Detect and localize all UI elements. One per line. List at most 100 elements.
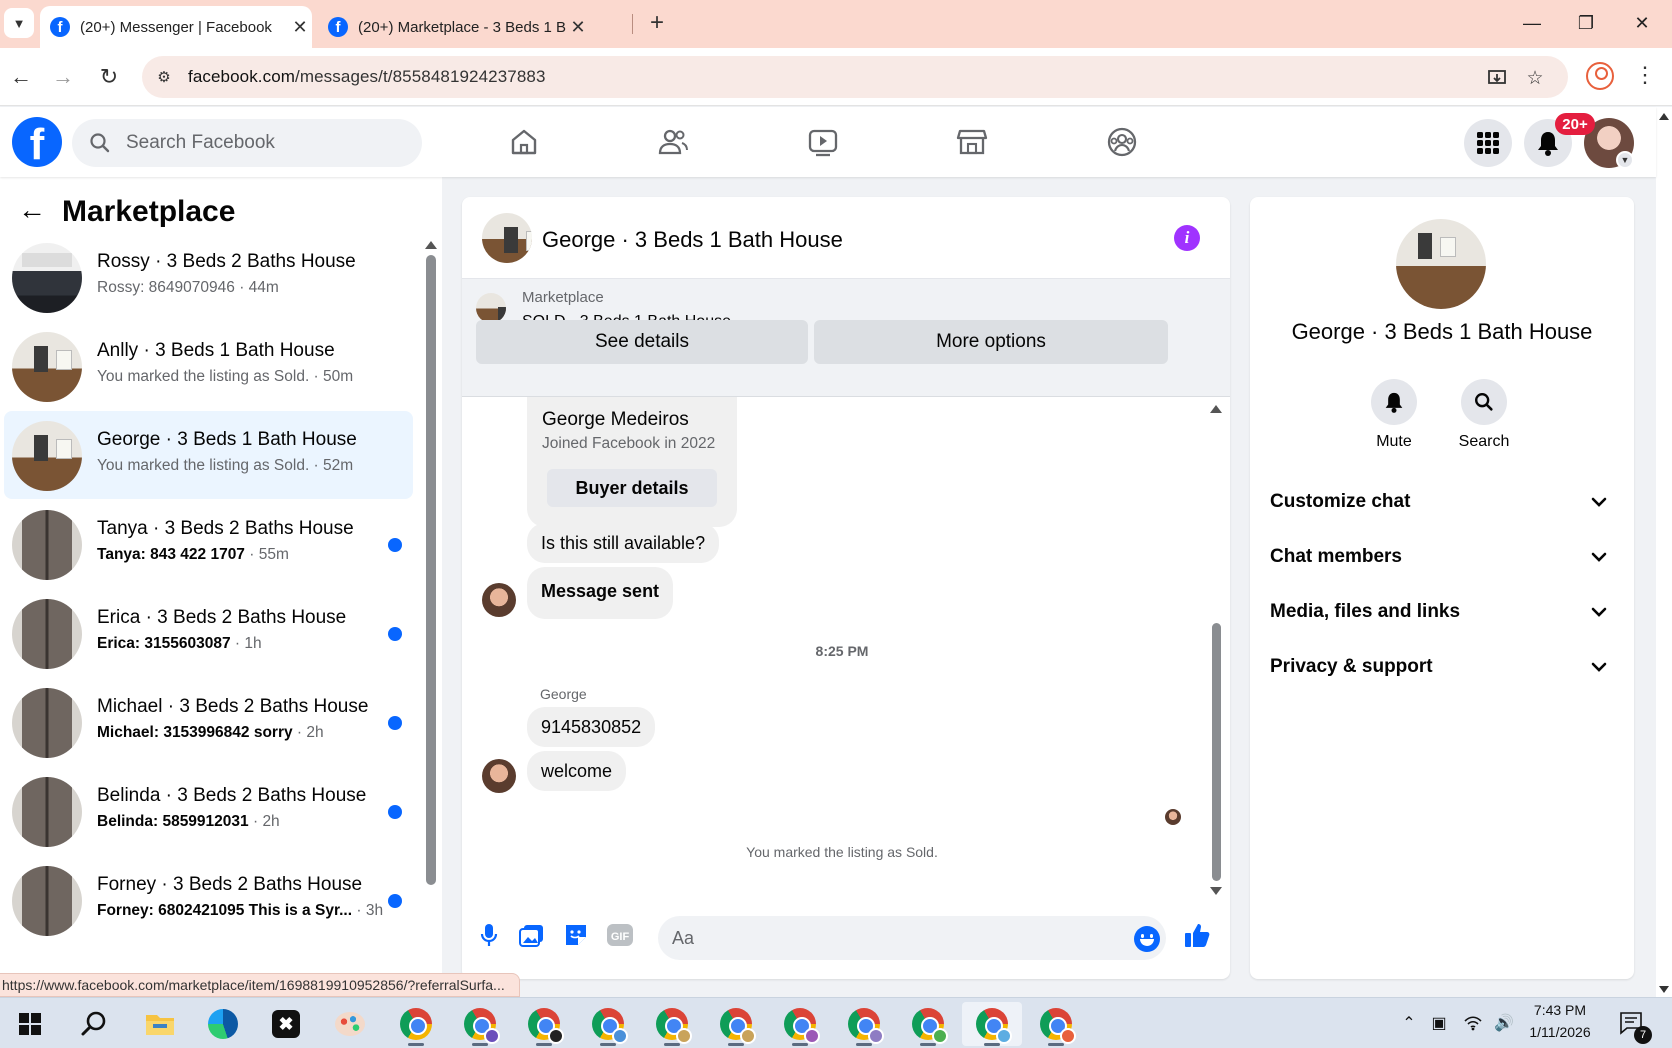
search-input[interactable] — [116, 119, 406, 167]
tab-marketplace[interactable]: f (20+) Marketplace - 3 Beds 1 Ba ✕ — [318, 6, 590, 48]
notification-count: 7 — [1634, 1026, 1652, 1044]
privacy-support-section[interactable]: Privacy & support — [1258, 642, 1626, 692]
customize-chat-section[interactable]: Customize chat — [1258, 477, 1626, 527]
chrome-profile-icon[interactable] — [962, 1002, 1022, 1046]
conversation-row[interactable]: George · 3 Beds 1 Bath House You marked t… — [4, 411, 413, 499]
message-input[interactable] — [672, 916, 1112, 960]
forward-button[interactable]: → — [48, 62, 78, 92]
browser-menu-button[interactable]: ⋮ — [1630, 60, 1660, 90]
window-close-button[interactable]: ✕ — [1622, 8, 1662, 38]
conversation-avatar[interactable] — [1396, 219, 1486, 309]
see-details-button[interactable]: See details — [476, 320, 808, 364]
paint-icon[interactable] — [320, 1002, 380, 1046]
chat-title[interactable]: George · 3 Beds 1 Bath House — [542, 227, 843, 253]
chrome-icon[interactable] — [386, 1002, 446, 1046]
windows-start-icon[interactable] — [0, 1002, 60, 1046]
video-icon[interactable] — [801, 121, 845, 163]
facebook-search[interactable] — [72, 119, 422, 167]
conversation-row[interactable]: Belinda · 3 Beds 2 Baths House Belinda: 5… — [4, 767, 413, 855]
emoji-icon[interactable] — [1134, 926, 1160, 952]
marketplace-icon[interactable] — [950, 121, 994, 163]
new-tab-button[interactable]: + — [642, 8, 672, 38]
sticker-icon[interactable] — [561, 920, 591, 950]
search-icon[interactable] — [64, 1002, 124, 1046]
message-bubble: Message sent — [527, 567, 674, 619]
chrome-profile-icon[interactable] — [770, 1002, 830, 1046]
chat-avatar[interactable] — [482, 213, 532, 263]
tab-messenger[interactable]: f (20+) Messenger | Facebook ✕ — [40, 6, 312, 48]
conversation-row[interactable]: Tanya · 3 Beds 2 Baths House Tanya: 843 4… — [4, 500, 413, 588]
media-files-links-section[interactable]: Media, files and links — [1258, 587, 1626, 637]
info-icon[interactable]: i — [1174, 225, 1200, 251]
edge-browser-icon[interactable] — [193, 1002, 253, 1046]
page-scrollbar[interactable] — [1656, 107, 1672, 997]
address-bar[interactable]: ⚙ facebook.com/messages/t/85584819242378… — [142, 56, 1568, 98]
chrome-profile-icon[interactable] — [450, 1002, 510, 1046]
chrome-profile-icon[interactable] — [642, 1002, 702, 1046]
conversation-row[interactable]: Rossy · 3 Beds 2 Baths House Rossy: 86490… — [4, 233, 413, 321]
conversation-row[interactable]: Michael · 3 Beds 2 Baths House Michael: 3… — [4, 678, 413, 766]
message-input-box[interactable] — [658, 916, 1166, 960]
thumbs-up-icon[interactable] — [1182, 920, 1212, 950]
install-app-icon[interactable] — [1484, 65, 1510, 91]
maximize-button[interactable]: ❐ — [1566, 8, 1606, 38]
url-text[interactable]: facebook.com/messages/t/8558481924237883 — [188, 67, 546, 87]
photo-icon[interactable] — [517, 920, 547, 950]
chrome-profile-icon[interactable] — [834, 1002, 894, 1046]
conversation-row[interactable]: Erica · 3 Beds 2 Baths House Erica: 31556… — [4, 589, 413, 677]
bell-icon[interactable] — [1371, 379, 1417, 425]
scroll-up-arrow-icon[interactable] — [1659, 113, 1669, 120]
scroll-down-arrow-icon[interactable] — [1210, 887, 1222, 895]
chevron-down-icon[interactable]: ▼ — [1616, 151, 1634, 169]
conversation-row[interactable]: Forney · 3 Beds 2 Baths House Forney: 680… — [4, 856, 413, 944]
bookmark-star-icon[interactable]: ☆ — [1522, 65, 1548, 91]
back-arrow-icon[interactable]: ← — [18, 196, 46, 225]
scrollbar-thumb[interactable] — [426, 255, 436, 885]
conversation-name: Tanya · 3 Beds 2 Baths House — [97, 518, 354, 539]
mute-button[interactable]: Mute — [1354, 379, 1434, 451]
wifi-icon[interactable] — [1462, 1012, 1484, 1034]
gif-icon[interactable]: GIF — [605, 920, 635, 950]
search-in-conversation-button[interactable]: Search — [1444, 379, 1524, 451]
file-explorer-icon[interactable] — [130, 1002, 190, 1046]
buyer-profile-card: George Medeiros Joined Facebook in 2022 … — [527, 397, 737, 527]
capcut-icon[interactable]: ✖ — [256, 1002, 316, 1046]
site-info-icon[interactable]: ⚙ — [152, 65, 176, 89]
scroll-down-arrow-icon[interactable] — [1659, 986, 1669, 993]
scroll-up-arrow-icon[interactable] — [425, 241, 437, 249]
back-button[interactable]: ← — [6, 62, 36, 92]
clock-date[interactable]: 1/11/2026 — [1518, 1024, 1602, 1040]
message-bubble: welcome — [527, 751, 627, 791]
search-icon[interactable] — [1461, 379, 1507, 425]
chat-members-section[interactable]: Chat members — [1258, 532, 1626, 582]
menu-grid-icon[interactable] — [1464, 119, 1512, 167]
minimize-button[interactable]: — — [1512, 8, 1552, 38]
chrome-profile-icon[interactable] — [578, 1002, 638, 1046]
show-hidden-icons-icon[interactable]: ⌃ — [1398, 1012, 1420, 1034]
chrome-profile-icon[interactable] — [1026, 1002, 1086, 1046]
scrollbar-thumb[interactable] — [1212, 623, 1221, 881]
list-scrollbar[interactable] — [424, 241, 437, 981]
chat-scrollbar[interactable] — [1210, 405, 1222, 895]
reload-button[interactable]: ↻ — [94, 62, 124, 92]
facebook-logo[interactable]: f — [12, 117, 62, 167]
tab-search-button[interactable]: ▼ — [4, 8, 34, 38]
conversation-row[interactable]: Anlly · 3 Beds 1 Bath House You marked th… — [4, 322, 413, 410]
more-options-button[interactable]: More options — [814, 320, 1168, 364]
close-icon[interactable]: ✕ — [288, 17, 312, 38]
chrome-profile-icon[interactable] — [706, 1002, 766, 1046]
clock-time[interactable]: 7:43 PM — [1518, 1002, 1602, 1018]
buyer-details-button[interactable]: Buyer details — [547, 469, 717, 507]
groups-icon[interactable] — [1100, 121, 1144, 163]
microphone-icon[interactable] — [474, 920, 504, 950]
volume-icon[interactable]: 🔊 — [1493, 1012, 1515, 1034]
scroll-up-arrow-icon[interactable] — [1210, 405, 1222, 413]
chrome-profile-icon[interactable] — [898, 1002, 958, 1046]
browser-profile-icon[interactable] — [1586, 62, 1614, 90]
close-icon[interactable]: ✕ — [566, 17, 590, 38]
friends-icon[interactable] — [651, 121, 695, 163]
message-timestamp: 8:25 PM — [815, 643, 869, 659]
meet-now-icon[interactable]: ▣ — [1428, 1012, 1450, 1034]
chrome-profile-icon[interactable] — [514, 1002, 574, 1046]
home-icon[interactable] — [502, 121, 546, 163]
